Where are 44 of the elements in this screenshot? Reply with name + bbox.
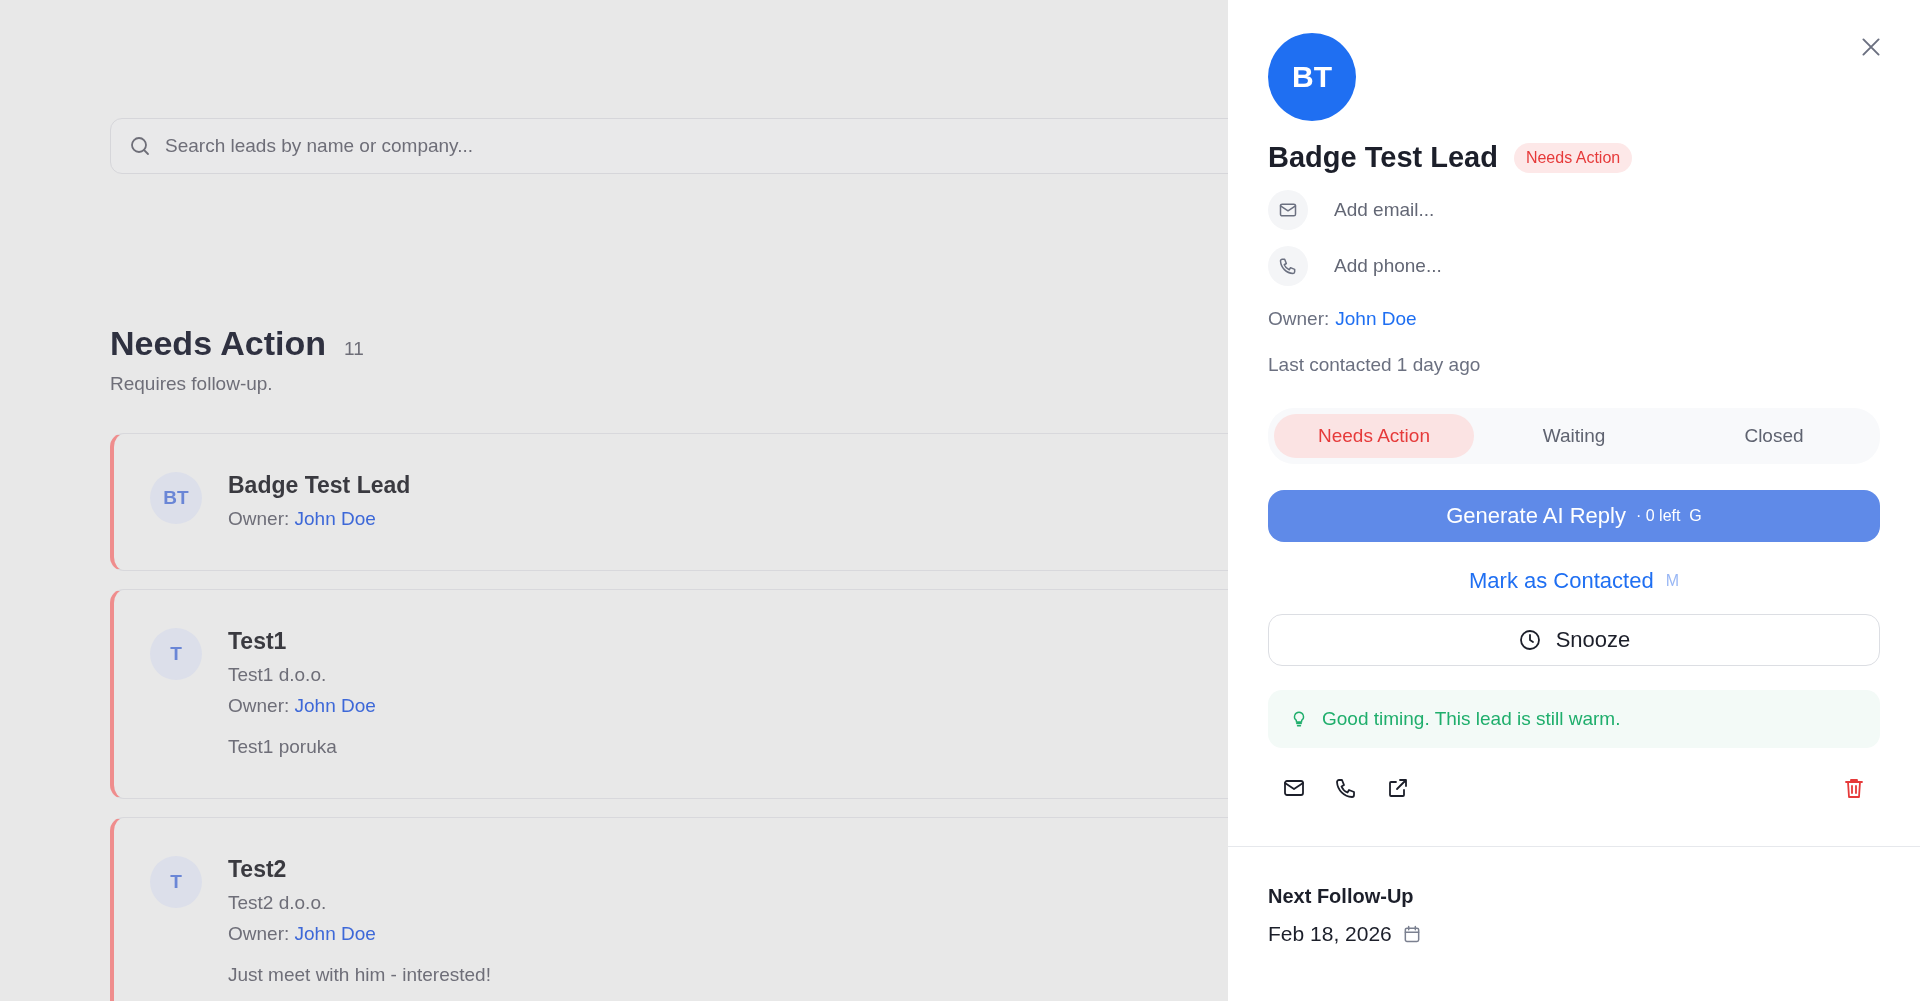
envelope-icon <box>1278 200 1298 220</box>
owner-label: Owner: <box>228 923 290 944</box>
tip-text: Good timing. This lead is still warm. <box>1322 708 1621 730</box>
owner-link[interactable]: John Doe <box>294 695 376 716</box>
lead-avatar: BT <box>1268 33 1356 121</box>
handset-icon <box>1278 256 1298 276</box>
owner-link[interactable]: John Doe <box>294 508 376 529</box>
lead-company: Test2 d.o.o. <box>228 892 328 914</box>
search-field[interactable]: Search leads by name or company... <box>110 118 1228 174</box>
lead-avatar: T <box>150 628 202 680</box>
lead-name: Test2 <box>228 856 288 883</box>
lead-name: Badge Test Lead <box>228 472 411 499</box>
trash-icon <box>1842 776 1866 800</box>
owner-label: Owner: <box>228 695 290 716</box>
last-contacted: Last contacted 1 day ago <box>1268 354 1482 376</box>
lead-title: Badge Test Lead <box>1268 141 1498 174</box>
snooze-button[interactable]: Snooze <box>1268 614 1880 666</box>
status-tab[interactable]: Closed <box>1674 414 1874 458</box>
owner-link[interactable]: John Doe <box>1335 308 1417 329</box>
lead-card[interactable]: BT Badge Test Lead Owner: John Doe <box>110 433 1228 571</box>
handset-icon <box>1334 776 1358 800</box>
status-badge: Needs Action <box>1513 142 1633 173</box>
mark-contacted-button[interactable]: Mark as Contacted M <box>1461 560 1687 602</box>
lead-avatar: T <box>150 856 202 908</box>
lead-note: Test1 poruka <box>228 736 338 758</box>
section-title: Needs Action <box>110 324 326 363</box>
lead-count: 11 <box>344 338 364 360</box>
owner-label: Owner: <box>228 508 290 529</box>
lead-company: Test1 d.o.o. <box>228 664 328 686</box>
status-tab[interactable]: Waiting <box>1474 414 1674 458</box>
owner-label: Owner: <box>1268 308 1330 329</box>
follow-up-date[interactable]: Feb 18, 2026 <box>1268 922 1392 946</box>
follow-up-title: Next Follow-Up <box>1268 885 1415 908</box>
lead-card[interactable]: T Test1 Test1 d.o.o. Owner: John Doe Test1 poruka <box>110 589 1228 799</box>
lead-note: Just meet with him - interested! <box>228 964 491 986</box>
clock-icon <box>1517 628 1542 652</box>
search-icon <box>128 134 152 158</box>
owner-link[interactable]: John Doe <box>294 923 376 944</box>
lead-avatar: BT <box>150 472 202 524</box>
external-link-icon <box>1386 776 1410 800</box>
status-tab[interactable]: Needs Action <box>1274 414 1474 458</box>
lead-card[interactable]: T Test2 Test2 d.o.o. Owner: John Doe Just meet with him - interested! <box>110 817 1228 1001</box>
lead-name: Test1 <box>228 628 288 655</box>
section-subtitle: Requires follow-up. <box>110 373 274 395</box>
